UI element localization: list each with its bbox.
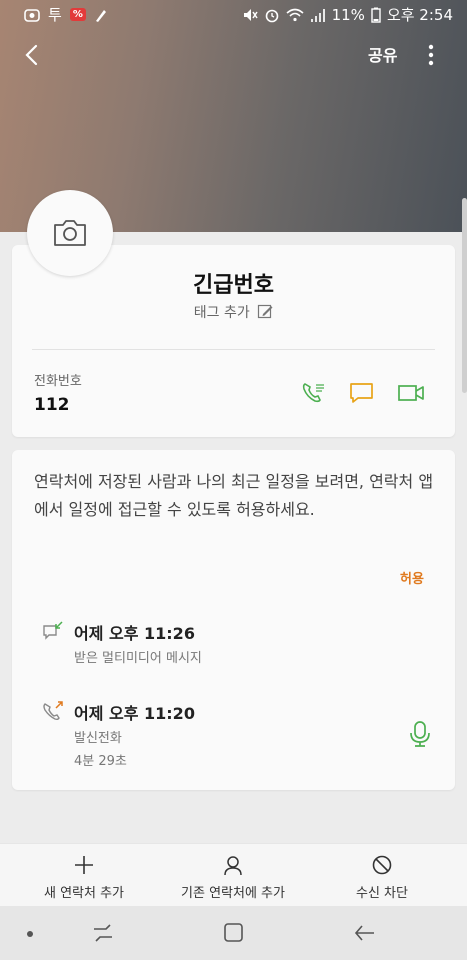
battery-icon [371,7,381,23]
home-icon[interactable] [221,920,247,946]
new-contact-button[interactable]: 새 연락처 추가 [20,844,148,907]
phone-label: 전화번호 [34,374,82,389]
divider [32,349,435,350]
talk-app-icon [24,8,40,22]
add-to-existing-label: 기존 연락처에 추가 [181,886,285,901]
carrier-label: 투 [48,6,62,24]
phone-number[interactable]: 112 [34,395,70,415]
scrollbar[interactable] [462,198,467,393]
share-button[interactable]: 공유 [368,42,397,66]
system-nav-bar [0,906,467,960]
plus-icon [75,856,93,874]
microphone-icon[interactable] [408,720,432,748]
block-label: 수신 차단 [356,886,408,901]
call-icon[interactable] [300,381,328,405]
message-icon[interactable] [348,381,376,405]
contact-avatar[interactable] [27,190,113,276]
status-bar: 투 % 11% 오후 2:54 [0,0,467,30]
recent-apps-icon[interactable] [90,920,116,946]
more-options-icon[interactable] [421,40,441,70]
edit-icon [258,304,273,319]
clock: 오후 2:54 [386,6,453,24]
log-title: 어제 오후 11:26 [74,624,195,643]
pen-icon [95,9,106,22]
log-subtitle: 발신전화 [74,731,122,746]
history-card: 연락처에 저장된 사람과 나의 최근 일정을 보려면, 연락처 앱에서 일정에 … [12,450,455,790]
back-nav-icon[interactable] [352,920,378,946]
call-duration: 4분 29초 [74,754,127,769]
add-to-existing-button[interactable]: 기존 연락처에 추가 [158,844,308,907]
log-subtitle: 받은 멀티미디어 메시지 [74,651,202,666]
back-arrow-icon[interactable] [18,40,48,70]
alarm-icon [265,9,278,22]
signal-icon [310,8,325,22]
battery-percent: 11% [331,5,365,24]
incoming-message-icon [43,621,63,640]
log-title: 어제 오후 11:20 [74,704,195,723]
person-icon [224,856,242,876]
new-contact-label: 새 연락처 추가 [43,886,125,901]
video-call-icon[interactable] [397,381,425,405]
wifi-icon [286,8,304,21]
block-icon [372,855,392,875]
add-tag-button[interactable]: 태그 추가 [12,302,455,322]
bottom-action-bar: 새 연락처 추가 기존 연락처에 추가 수신 차단 [0,843,467,907]
calendar-permission-text: 연락처에 저장된 사람과 나의 최근 일정을 보려면, 연락처 앱에서 일정에 … [34,472,434,519]
notification-badge: % [69,8,86,21]
block-button[interactable]: 수신 차단 [330,844,434,907]
allow-button[interactable]: 허용 [400,568,424,587]
add-tag-label: 태그 추가 [193,305,250,321]
dot-icon [27,931,33,937]
mute-icon [243,8,258,21]
outgoing-call-icon [43,701,63,721]
camera-icon [54,220,86,246]
